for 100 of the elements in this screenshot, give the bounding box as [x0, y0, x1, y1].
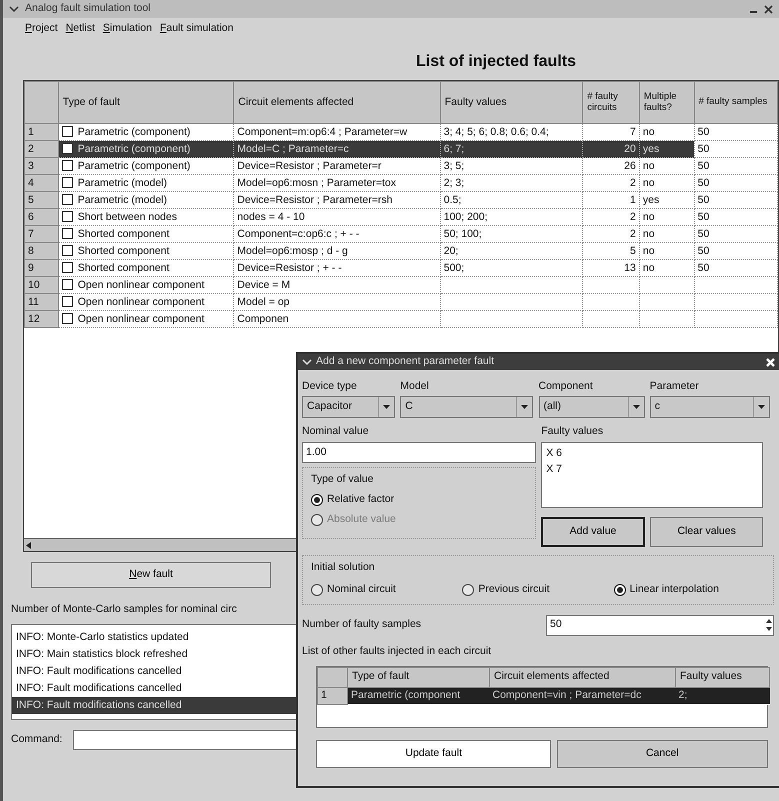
row-number[interactable]: 5: [24, 192, 58, 208]
table-cell: 50: [694, 124, 778, 140]
row-number[interactable]: 7: [24, 226, 58, 242]
table-cell: Componen: [234, 310, 440, 328]
table-cell: Device=Resistor ; Parameter=rsh: [234, 192, 440, 208]
table-cell: nodes = 4 - 10: [234, 208, 440, 226]
radio-button[interactable]: [462, 584, 474, 596]
dropdown[interactable]: (all): [538, 396, 644, 418]
faulty-values-list[interactable]: X 6 X 7: [541, 442, 764, 508]
caret-icon: [756, 404, 766, 410]
column-header[interactable]: # faulty samples: [694, 82, 778, 124]
new-fault-button[interactable]: New fault: [31, 562, 271, 588]
dropdown[interactable]: c: [650, 396, 770, 418]
table-cell: Model=op6:mosn ; Parameter=tox: [234, 174, 440, 192]
dropdown[interactable]: C: [400, 396, 534, 418]
table-cell: Component=c:op6:c ; + - -: [234, 226, 440, 242]
table-cell: 2: [582, 208, 640, 226]
samples-spinbox[interactable]: 50: [546, 614, 774, 636]
table-cell: no: [639, 158, 694, 174]
table-cell: Parametric (component): [78, 160, 190, 172]
table-cell: 2: [582, 226, 640, 242]
table-cell: 26: [582, 158, 640, 174]
row-number[interactable]: 2: [24, 140, 58, 158]
checkbox[interactable]: [62, 194, 73, 205]
row-number[interactable]: 11: [24, 294, 58, 310]
menu-item[interactable]: Simulation: [102, 21, 152, 37]
table-cell: Parametric (component): [78, 143, 190, 155]
value-button[interactable]: Clear values: [650, 517, 764, 547]
group-label: Initial solution: [311, 560, 376, 575]
nominal-value-field[interactable]: 1.00: [302, 442, 536, 463]
table-cell: Open nonlinear component: [78, 279, 204, 291]
radio-button[interactable]: [614, 584, 626, 596]
radio-option[interactable]: Linear interpolation: [614, 580, 765, 600]
table-cell: Parametric (component): [78, 126, 190, 138]
close-icon[interactable]: [764, 4, 773, 14]
table-cell: 100; 200;: [440, 208, 583, 226]
caret-icon: [382, 404, 391, 410]
window-title: Analog fault simulation tool: [25, 1, 150, 16]
table-cell: 5: [582, 242, 640, 260]
radio-button[interactable]: [311, 584, 323, 596]
table-cell: no: [639, 174, 694, 192]
checkbox[interactable]: [62, 228, 73, 239]
column-header[interactable]: Type of fault: [58, 82, 234, 124]
column-header[interactable]: Faulty values: [676, 667, 770, 687]
table-cell: 2; 3;: [440, 174, 583, 192]
row-number[interactable]: 6: [24, 208, 58, 226]
list-item[interactable]: X 6: [546, 445, 758, 461]
radio-option[interactable]: Relative factor: [311, 490, 527, 510]
table-cell: Open nonlinear component: [78, 296, 204, 308]
column-header[interactable]: Circuit elements affected: [234, 82, 440, 124]
radio-button[interactable]: [311, 494, 323, 506]
radio-option[interactable]: Previous circuit: [462, 580, 614, 600]
field-label: Device type: [302, 379, 358, 394]
checkbox[interactable]: [62, 143, 73, 154]
checkbox[interactable]: [62, 177, 73, 188]
table-cell: 50; 100;: [440, 226, 583, 242]
column-header[interactable]: Circuit elements affected: [490, 667, 676, 687]
table-cell: Device=Resistor ; + - -: [234, 260, 440, 276]
checkbox[interactable]: [62, 279, 73, 290]
column-header[interactable]: # faulty circuits: [582, 82, 640, 124]
checkbox[interactable]: [62, 211, 73, 222]
spin-arrows-icon: [765, 618, 773, 632]
value-button[interactable]: Add value: [541, 517, 645, 547]
row-number[interactable]: 3: [24, 158, 58, 174]
dialog-button[interactable]: Cancel: [556, 740, 768, 768]
table-cell: Short between nodes: [78, 211, 177, 223]
table-cell: 50: [694, 208, 778, 226]
table-cell: 0.5;: [440, 192, 583, 208]
row-number[interactable]: 4: [24, 174, 58, 192]
row-number[interactable]: 10: [24, 276, 58, 294]
field-label: Number of faulty samples: [302, 617, 422, 632]
row-number[interactable]: 9: [24, 260, 58, 276]
checkbox[interactable]: [62, 126, 73, 137]
row-number[interactable]: 1: [24, 124, 58, 140]
checkbox[interactable]: [62, 160, 73, 171]
menu-item[interactable]: Fault simulation: [160, 21, 234, 37]
chevron-icon[interactable]: [9, 5, 19, 13]
checkbox[interactable]: [62, 296, 73, 307]
row-number[interactable]: 1: [318, 687, 348, 704]
column-header[interactable]: Faulty values: [440, 82, 583, 124]
field-label: Model: [400, 379, 430, 394]
table-cell: yes: [639, 140, 694, 158]
table-cell: 50: [694, 226, 778, 242]
checkbox[interactable]: [62, 262, 73, 273]
table-cell: no: [639, 260, 694, 276]
table-cell: 50: [694, 260, 778, 276]
radio-option[interactable]: Nominal circuit: [311, 580, 462, 600]
dropdown[interactable]: Capacitor: [302, 396, 395, 418]
column-header[interactable]: Multiple faults?: [639, 82, 694, 124]
table-cell: 50: [694, 242, 778, 260]
checkbox[interactable]: [62, 313, 73, 324]
menu-item[interactable]: Netlist: [66, 21, 95, 37]
column-header[interactable]: Type of fault: [348, 667, 490, 687]
list-item[interactable]: X 7: [546, 461, 758, 477]
row-number[interactable]: 8: [24, 242, 58, 260]
row-number[interactable]: 12: [24, 310, 58, 328]
menu-item[interactable]: Project: [25, 21, 58, 37]
caret-icon: [520, 404, 530, 410]
checkbox[interactable]: [62, 245, 73, 256]
dialog-button[interactable]: Update fault: [316, 740, 552, 768]
